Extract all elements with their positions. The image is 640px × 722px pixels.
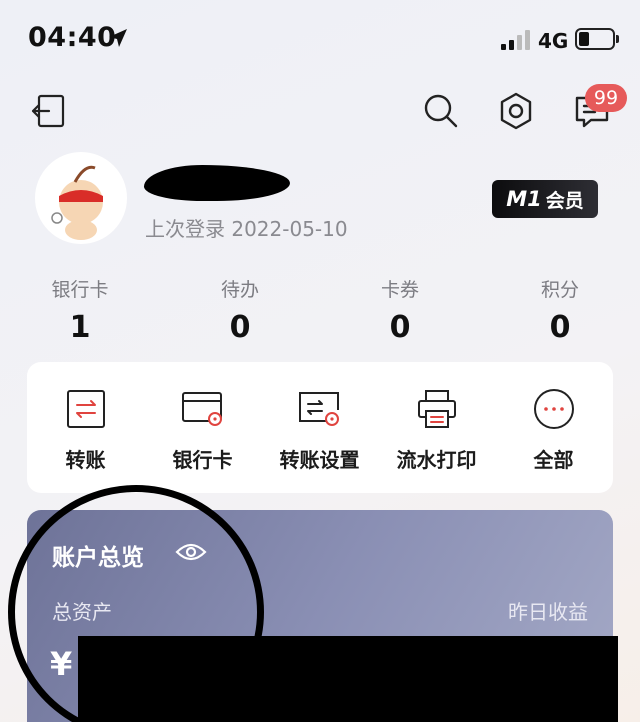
quick-action-bank-card[interactable]: 银行卡 — [144, 362, 261, 493]
quick-action-print-statement[interactable]: 流水打印 — [378, 362, 495, 493]
hand-drawn-circle — [8, 485, 264, 722]
stat-bank-cards[interactable]: 银行卡 1 — [20, 275, 140, 345]
avatar[interactable] — [35, 152, 127, 244]
stat-label: 积分 — [540, 279, 579, 301]
location-arrow-icon — [109, 29, 127, 47]
stat-coupons[interactable]: 卡券 0 — [340, 275, 460, 345]
quick-action-label: 全部 — [533, 448, 574, 472]
printer-icon — [417, 390, 456, 428]
logout-icon[interactable] — [26, 88, 72, 134]
quick-action-label: 转账 — [65, 448, 106, 472]
last-login-text: 上次登录 2022-05-10 — [145, 217, 348, 241]
stat-todo[interactable]: 待办 0 — [180, 275, 300, 345]
stat-label: 待办 — [220, 279, 259, 301]
stat-value: 1 — [69, 310, 91, 345]
member-label: 会员 — [545, 189, 584, 212]
quick-action-label: 流水打印 — [396, 448, 477, 472]
status-bar: 04:40 4G — [0, 0, 640, 80]
status-time: 04:40 — [28, 22, 117, 53]
notification-badge: 99 — [585, 84, 627, 112]
stat-value: 0 — [389, 310, 411, 345]
signal-icon — [501, 30, 531, 50]
stat-value: 0 — [229, 310, 251, 345]
battery-icon — [575, 28, 615, 50]
search-icon[interactable] — [418, 88, 464, 134]
yesterday-earnings-label: 昨日收益 — [508, 600, 588, 624]
redacted-username — [144, 165, 290, 201]
stat-points[interactable]: 积分 0 — [500, 275, 620, 345]
member-badge[interactable]: M1 会员 — [492, 180, 598, 218]
stat-value: 0 — [549, 310, 571, 345]
quick-actions-card: 转账 银行卡 转账设置 流水打印 全部 — [27, 362, 613, 493]
quick-action-label: 转账设置 — [279, 448, 360, 472]
top-nav — [0, 88, 640, 138]
quick-action-label: 银行卡 — [172, 448, 233, 472]
gear-icon[interactable] — [493, 88, 539, 134]
stat-label: 银行卡 — [51, 279, 109, 301]
stat-label: 卡券 — [380, 279, 419, 301]
quick-action-transfer-settings[interactable]: 转账设置 — [261, 362, 378, 493]
stats-row: 银行卡 1 待办 0 卡券 0 积分 0 — [0, 275, 640, 345]
transfer-settings-icon — [298, 392, 339, 426]
network-label: 4G — [538, 29, 569, 53]
bank-card-icon — [181, 392, 222, 426]
more-icon — [533, 389, 574, 429]
member-level: M1 — [506, 187, 542, 211]
quick-action-transfer[interactable]: 转账 — [27, 362, 144, 493]
quick-action-all[interactable]: 全部 — [495, 362, 612, 493]
transfer-icon — [66, 390, 105, 428]
